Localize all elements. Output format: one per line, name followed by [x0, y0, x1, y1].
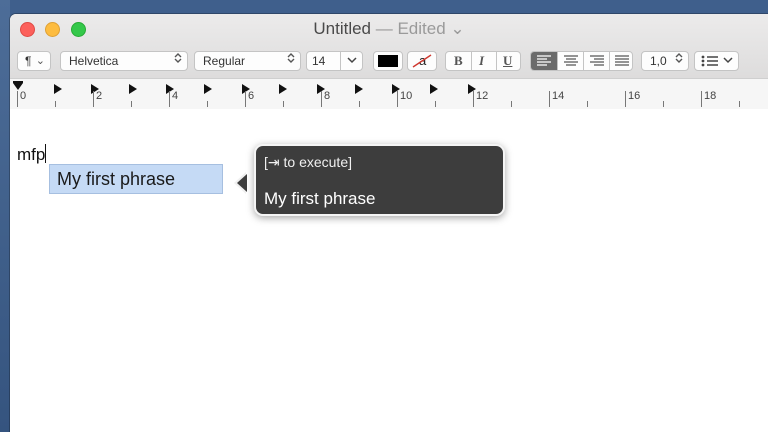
justify-icon [615, 55, 629, 66]
no-color-slash-icon [412, 54, 432, 68]
chevron-down-icon [723, 52, 733, 70]
ruler-label: 0 [20, 90, 27, 102]
bold-italic-underline-group: B I U [445, 51, 521, 71]
ruler-label: 8 [324, 90, 331, 102]
line-spacing-value: 1,0 [650, 54, 667, 68]
line-spacing-popup[interactable]: 1,0 [641, 51, 689, 71]
list-bullets-popup[interactable] [694, 51, 739, 71]
edited-status: — Edited ⌄ [371, 19, 465, 38]
list-icon [701, 55, 718, 67]
ruler-label: 12 [476, 90, 489, 102]
tab-stop-marker[interactable] [279, 84, 287, 94]
bold-button[interactable]: B [454, 52, 463, 70]
align-center-icon [564, 55, 578, 66]
document-name: Untitled [313, 19, 371, 38]
tab-stop-marker[interactable] [355, 84, 363, 94]
italic-button[interactable]: I [479, 52, 484, 70]
font-style-popup[interactable]: Regular [194, 51, 301, 71]
chevron-down-icon[interactable] [347, 52, 357, 70]
text-caret [45, 144, 47, 163]
paragraph-styles-popup[interactable]: ¶ ⌄ [17, 51, 51, 71]
updown-chevron-icon [287, 52, 295, 70]
align-right-button[interactable] [584, 52, 609, 70]
tab-stop-marker[interactable] [129, 84, 137, 94]
background-color-well[interactable]: a [407, 51, 437, 71]
chevron-down-icon: ⌄ [35, 55, 45, 67]
snippet-preview-text: My first phrase [264, 189, 376, 208]
document-text-area[interactable]: mfp My first phrase [⇥ to execute] My fi… [10, 109, 768, 432]
ruler-label: 2 [96, 90, 103, 102]
font-size-combo[interactable]: 14 [306, 51, 363, 71]
tab-stop-marker[interactable] [204, 84, 212, 94]
left-indent-marker[interactable] [13, 83, 23, 90]
textedit-window: Untitled — Edited ⌄ ¶ ⌄ Helvetica Regula… [10, 14, 768, 432]
font-size-value: 14 [312, 54, 326, 68]
autocomplete-suggestion[interactable]: My first phrase [49, 164, 223, 194]
ruler[interactable]: 0 2 4 6 8 10 12 14 16 18 [10, 78, 768, 109]
font-family-value: Helvetica [69, 54, 119, 68]
desktop-background [0, 0, 10, 432]
align-right-icon [590, 55, 604, 66]
align-left-icon [537, 55, 551, 66]
updown-chevron-icon [174, 52, 182, 70]
align-left-button[interactable] [531, 52, 557, 70]
updown-chevron-icon [675, 52, 683, 70]
window-title[interactable]: Untitled — Edited ⌄ [10, 19, 768, 39]
paragraph-icon: ¶ [25, 54, 32, 68]
typed-text: mfp [17, 144, 47, 164]
underline-button[interactable]: U [503, 52, 512, 70]
align-center-button[interactable] [558, 52, 583, 70]
tab-stop-marker[interactable] [54, 84, 62, 94]
alignment-group [530, 51, 633, 71]
ruler-label: 10 [400, 90, 413, 102]
justify-button[interactable] [610, 52, 632, 70]
tab-stop-marker[interactable] [468, 84, 476, 94]
tab-stop-marker[interactable] [430, 84, 438, 94]
tab-stop-marker[interactable] [392, 84, 400, 94]
execute-hint: [⇥ to execute] [264, 154, 352, 170]
snippet-preview-popover: [⇥ to execute] My first phrase [254, 144, 505, 216]
ruler-label: 16 [628, 90, 641, 102]
ruler-label: 14 [552, 90, 565, 102]
ruler-label: 18 [704, 90, 717, 102]
ruler-label: 4 [172, 90, 179, 102]
ruler-label: 6 [248, 90, 255, 102]
text-color-well[interactable] [373, 51, 403, 71]
font-family-popup[interactable]: Helvetica [60, 51, 188, 71]
font-style-value: Regular [203, 54, 246, 68]
text-color-swatch [378, 55, 398, 67]
